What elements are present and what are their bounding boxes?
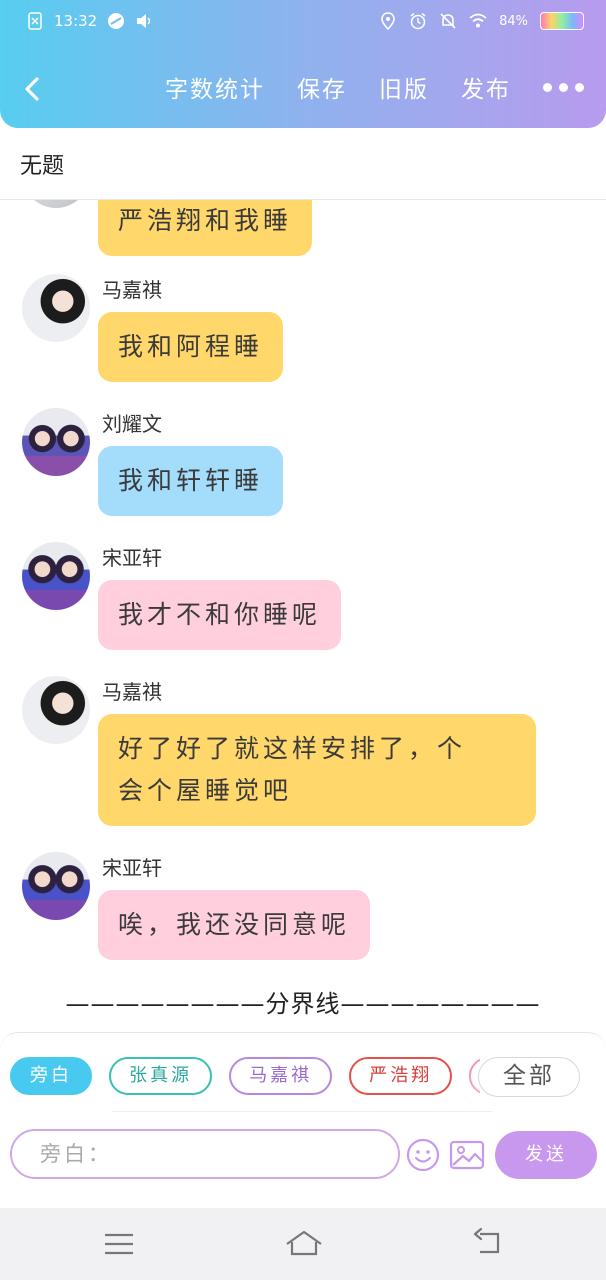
battery-percent: 84% [499,13,528,29]
status-time: 13:32 [54,12,98,30]
status-bar: 13:32 84% [0,0,606,46]
message-bubble[interactable]: 我和轩轩睡 [98,446,284,516]
divider [112,1111,492,1112]
wifi-icon [469,13,487,28]
message-bubble[interactable]: 唉，我还没同意呢 [98,890,371,960]
volume-icon [137,14,151,28]
speaker-name: 马嘉祺 [102,278,162,302]
document-title[interactable]: 无题 [20,148,64,180]
back-arrow-icon[interactable] [18,74,48,104]
battery-icon [540,12,584,30]
app-notification-icon [108,13,125,29]
avatar[interactable] [22,542,90,610]
chip-character[interactable]: 张真源 [109,1057,213,1095]
title-row[interactable]: 无题 [0,128,606,200]
composer-panel: 旁白 张真源 马嘉祺 严浩翔 丁程 全部 旁白： 发送 [0,1032,606,1182]
back-icon[interactable] [472,1228,504,1258]
location-icon [381,12,395,30]
old-version-button[interactable]: 旧版 [379,70,429,104]
emoji-icon[interactable] [406,1138,440,1172]
more-options-icon[interactable] [543,82,584,92]
speaker-name: 刘耀文 [102,412,162,436]
speaker-name: 马嘉祺 [102,680,162,704]
character-chip-list[interactable]: 旁白 张真源 马嘉祺 严浩翔 丁程 [10,1057,480,1097]
divider-line: ————————分界线———————— [65,990,541,1018]
message-bubble[interactable]: 严浩翔和我睡 [98,200,313,256]
send-button[interactable]: 发送 [495,1131,597,1179]
message-bubble[interactable]: 好了好了就这样安排了，个 会个屋睡觉吧 [98,714,536,826]
mute-bell-icon [440,13,456,29]
all-characters-button[interactable]: 全部 [478,1057,580,1097]
alarm-icon [410,12,426,30]
home-icon[interactable] [284,1228,324,1258]
message-line: 会个屋睡觉吧 [118,776,293,805]
avatar[interactable] [22,676,90,744]
chat-area[interactable]: 严浩翔和我睡 马嘉祺 我和阿程睡 刘耀文 我和轩轩睡 宋亚轩 我才不和你睡呢 马… [0,200,606,1030]
save-button[interactable]: 保存 [297,70,347,104]
avatar[interactable] [22,852,90,920]
message-line: 好了好了就这样安排了，个 [118,734,467,763]
toolbar: 字数统计 保存 旧版 发布 [0,62,606,118]
chip-character[interactable]: 严浩翔 [349,1057,453,1095]
word-count-button[interactable]: 字数统计 [165,70,265,104]
speaker-name: 宋亚轩 [102,856,162,880]
image-icon[interactable] [449,1139,485,1171]
sim-icon [28,12,42,30]
message-bubble[interactable]: 我才不和你睡呢 [98,580,342,650]
publish-button[interactable]: 发布 [461,70,511,104]
app-header: 13:32 84% 字数统计 保存 旧版 发布 [0,0,606,128]
system-navigation-bar [0,1208,606,1280]
chip-narrator[interactable]: 旁白 [10,1057,92,1095]
message-input[interactable]: 旁白： [10,1129,400,1179]
menu-icon[interactable] [104,1232,134,1256]
chip-character[interactable]: 马嘉祺 [229,1057,333,1095]
avatar[interactable] [22,274,90,342]
message-bubble[interactable]: 我和阿程睡 [98,312,284,382]
avatar[interactable] [22,408,90,476]
avatar[interactable] [22,200,90,208]
speaker-name: 宋亚轩 [102,546,162,570]
